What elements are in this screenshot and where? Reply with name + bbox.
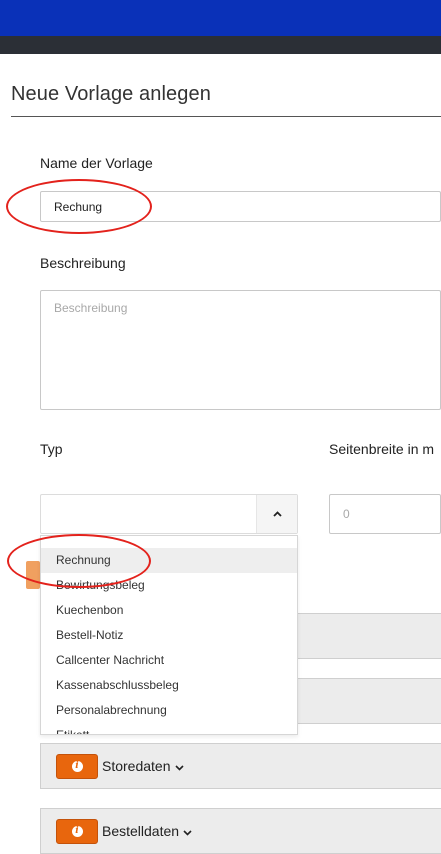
storedaten-text: Storedaten bbox=[102, 758, 171, 774]
type-label: Typ bbox=[40, 441, 63, 457]
bestelldaten-label[interactable]: Bestelldaten bbox=[102, 823, 192, 839]
type-select[interactable] bbox=[40, 494, 298, 534]
storedaten-label[interactable]: Storedaten bbox=[102, 758, 184, 774]
dropdown-option-bestell-notiz[interactable]: Bestell-Notiz bbox=[41, 623, 297, 648]
dropdown-option-kuechenbon[interactable]: Kuechenbon bbox=[41, 598, 297, 623]
panel-bestelldaten[interactable]: i Bestelldaten bbox=[40, 808, 441, 854]
chevron-down-icon bbox=[174, 762, 184, 774]
title-divider bbox=[11, 116, 441, 117]
bestelldaten-text: Bestelldaten bbox=[102, 823, 180, 839]
dropdown-option-callcenter-nachricht[interactable]: Callcenter Nachricht bbox=[41, 648, 297, 673]
select-toggle-button[interactable] bbox=[256, 495, 297, 533]
template-name-value: Rechung bbox=[54, 199, 103, 214]
info-icon: i bbox=[71, 826, 83, 837]
page-title: Neue Vorlage anlegen bbox=[11, 83, 211, 105]
partially-hidden-button[interactable] bbox=[26, 561, 40, 589]
sub-navigation-bar bbox=[0, 36, 441, 54]
dropdown-option-personalabrechnung[interactable]: Personalabrechnung bbox=[41, 698, 297, 723]
dropdown-option-bewirtungsbeleg[interactable]: Bewirtungsbeleg bbox=[41, 573, 297, 598]
dropdown-option-kassenabschlussbeleg[interactable]: Kassenabschlussbeleg bbox=[41, 673, 297, 698]
page-width-value: 0 bbox=[343, 507, 350, 521]
template-name-label: Name der Vorlage bbox=[40, 155, 153, 171]
dropdown-top-spacer bbox=[41, 536, 297, 548]
description-label: Beschreibung bbox=[40, 255, 126, 271]
description-textarea[interactable]: Beschreibung bbox=[40, 290, 441, 410]
chevron-up-icon bbox=[272, 511, 282, 517]
chevron-down-icon bbox=[183, 827, 192, 839]
info-icon: i bbox=[71, 761, 83, 772]
dropdown-option-etikett[interactable]: Etikett bbox=[41, 723, 297, 734]
top-navigation-bar bbox=[0, 0, 441, 36]
panel-storedaten[interactable]: i Storedaten bbox=[40, 743, 441, 789]
page-width-label: Seitenbreite in m bbox=[329, 441, 435, 457]
dropdown-option-rechnung[interactable]: Rechnung bbox=[41, 548, 297, 573]
page-width-input[interactable]: 0 bbox=[329, 494, 441, 534]
description-placeholder: Beschreibung bbox=[54, 301, 128, 315]
storedaten-info-button[interactable]: i bbox=[56, 754, 98, 779]
template-name-input[interactable]: Rechung bbox=[40, 191, 441, 222]
bestelldaten-info-button[interactable]: i bbox=[56, 819, 98, 844]
type-dropdown-list: Rechnung Bewirtungsbeleg Kuechenbon Best… bbox=[40, 535, 298, 735]
